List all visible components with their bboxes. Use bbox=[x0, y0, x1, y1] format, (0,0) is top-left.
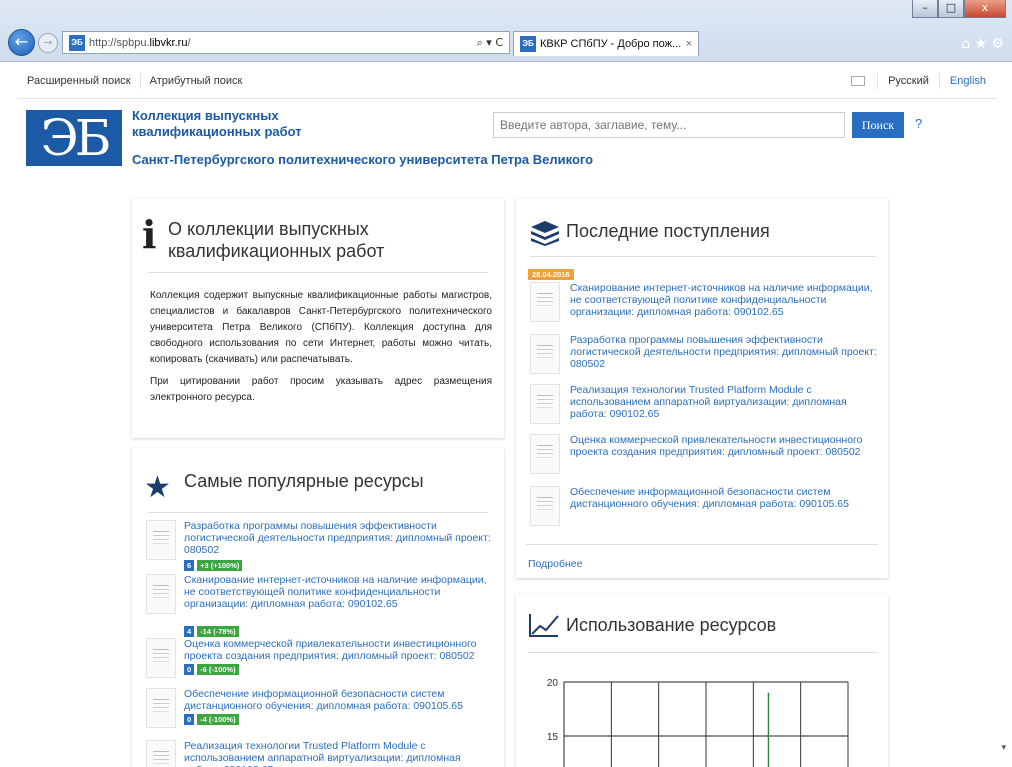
latest-title: Последние поступления bbox=[566, 221, 770, 241]
address-tools[interactable]: ⌕ ▾ C bbox=[477, 36, 503, 50]
toolbar-icons[interactable]: ⌂ ★ ⚙ bbox=[961, 36, 1004, 52]
lang-en-link[interactable]: English bbox=[940, 73, 996, 89]
usage-chart: 2015 bbox=[547, 678, 849, 767]
divider bbox=[148, 272, 488, 273]
browser-chrome: – □ x ← → ЭБ http://spbpu.libvkr.ru/ ⌕ ▾… bbox=[0, 0, 1012, 62]
tab-title: КВКР СПбПУ - Добро пож... bbox=[540, 38, 682, 50]
minimize-button[interactable]: – bbox=[912, 0, 938, 18]
stats-badges: 4 -14 (-78%) bbox=[184, 626, 239, 637]
star-icon: ★ bbox=[144, 470, 171, 505]
divider bbox=[526, 544, 878, 545]
resource-link[interactable]: Реализация технологии Trusted Platform M… bbox=[184, 740, 494, 767]
help-link[interactable]: ? bbox=[915, 116, 922, 131]
back-button[interactable]: ← bbox=[8, 29, 35, 56]
site-logo[interactable]: ЭБ bbox=[26, 110, 122, 166]
advanced-search-link[interactable]: Расширенный поиск bbox=[18, 72, 141, 89]
maximize-button[interactable]: □ bbox=[938, 0, 964, 18]
title-bar: – □ x bbox=[0, 0, 1012, 28]
attribute-search-link[interactable]: Атрибутный поиск bbox=[141, 73, 252, 89]
stats-badges: 6 +3 (+100%) bbox=[184, 560, 243, 571]
about-title: О коллекции выпускных квалификационных р… bbox=[168, 219, 385, 261]
document-thumbnail[interactable] bbox=[530, 384, 560, 424]
divider bbox=[148, 512, 488, 513]
delta-badge: -4 (-100%) bbox=[197, 714, 239, 725]
resource-link[interactable]: Сканирование интернет-источников на нали… bbox=[184, 574, 494, 610]
document-thumbnail[interactable] bbox=[146, 520, 176, 560]
count-badge: 4 bbox=[184, 626, 195, 637]
tab-favicon-icon: ЭБ bbox=[520, 36, 536, 52]
document-thumbnail[interactable] bbox=[146, 688, 176, 728]
window-controls: – □ x bbox=[912, 0, 1006, 18]
stats-badges: 0 -4 (-100%) bbox=[184, 714, 239, 725]
resource-link[interactable]: Обеспечение информационной безопасности … bbox=[184, 688, 494, 712]
browser-tab[interactable]: ЭБ КВКР СПбПУ - Добро пож... × bbox=[513, 31, 699, 56]
top-nav: Расширенный поиск Атрибутный поиск Русск… bbox=[18, 63, 996, 99]
top-nav-right: Русский English bbox=[851, 72, 996, 89]
about-panel: i О коллекции выпускных квалификационных… bbox=[132, 198, 504, 438]
close-window-button[interactable]: x bbox=[964, 0, 1006, 18]
document-thumbnail[interactable] bbox=[530, 486, 560, 526]
books-icon bbox=[531, 221, 559, 246]
url-text[interactable]: http://spbpu.libvkr.ru/ bbox=[89, 37, 191, 49]
document-thumbnail[interactable] bbox=[146, 740, 176, 767]
search-button[interactable]: Поиск bbox=[852, 112, 904, 138]
more-link[interactable]: Подробнее bbox=[528, 558, 582, 570]
count-badge: 6 bbox=[184, 560, 195, 571]
about-paragraph: При цитировании работ просим указывать а… bbox=[150, 376, 492, 403]
resource-link[interactable]: Сканирование интернет-источников на нали… bbox=[570, 282, 880, 318]
site-favicon-icon: ЭБ bbox=[69, 34, 85, 51]
resource-link[interactable]: Оценка коммерческой привлекательности ин… bbox=[184, 638, 494, 662]
usage-panel: Использование ресурсов 20 15 bbox=[516, 594, 888, 767]
lang-ru-link[interactable]: Русский bbox=[877, 72, 940, 89]
count-badge: 0 bbox=[184, 714, 195, 725]
resource-link[interactable]: Оценка коммерческой привлекательности ин… bbox=[570, 434, 880, 458]
resource-link[interactable]: Реализация технологии Trusted Platform M… bbox=[570, 384, 880, 420]
delta-badge: +3 (+100%) bbox=[197, 560, 243, 571]
latest-panel: Последние поступления 28.04.2016 Сканиро… bbox=[516, 198, 888, 578]
date-badge: 28.04.2016 bbox=[528, 269, 574, 280]
y-tick-label: 15 bbox=[547, 732, 559, 743]
delta-badge: -14 (-78%) bbox=[197, 626, 239, 637]
popular-title: Самые популярные ресурсы bbox=[184, 471, 424, 491]
divider bbox=[530, 256, 876, 257]
document-thumbnail[interactable] bbox=[530, 282, 560, 322]
stats-badges: 0 -6 (-100%) bbox=[184, 664, 239, 675]
usage-title: Использование ресурсов bbox=[566, 615, 777, 635]
popular-panel: ★ Самые популярные ресурсы Разработка пр… bbox=[132, 448, 504, 767]
document-thumbnail[interactable] bbox=[146, 574, 176, 614]
scroll-down-icon[interactable]: ▾ bbox=[1001, 743, 1006, 753]
line-chart-icon bbox=[529, 614, 559, 637]
about-text: Коллекция содержит выпускные квалификаци… bbox=[150, 288, 492, 412]
site-subtitle: Санкт-Петербургского политехнического ун… bbox=[132, 152, 594, 167]
mail-icon[interactable] bbox=[851, 75, 866, 86]
tab-close-icon[interactable]: × bbox=[686, 38, 692, 50]
delta-badge: -6 (-100%) bbox=[197, 664, 239, 675]
document-thumbnail[interactable] bbox=[530, 434, 560, 474]
document-thumbnail[interactable] bbox=[530, 334, 560, 374]
forward-button[interactable]: → bbox=[38, 33, 58, 53]
y-tick-label: 20 bbox=[547, 678, 559, 689]
resource-link[interactable]: Обеспечение информационной безопасности … bbox=[570, 486, 880, 510]
divider bbox=[528, 652, 878, 653]
search-input[interactable] bbox=[493, 112, 845, 138]
site-title[interactable]: Коллекция выпускных квалификационных раб… bbox=[132, 108, 392, 140]
resource-link[interactable]: Разработка программы повышения эффективн… bbox=[570, 334, 880, 370]
count-badge: 0 bbox=[184, 664, 195, 675]
resource-link[interactable]: Разработка программы повышения эффективн… bbox=[184, 520, 494, 556]
about-paragraph: Коллекция содержит выпускные квалификаци… bbox=[150, 290, 492, 365]
address-bar[interactable]: ЭБ http://spbpu.libvkr.ru/ ⌕ ▾ C bbox=[62, 31, 510, 54]
info-icon: i bbox=[142, 212, 157, 257]
document-thumbnail[interactable] bbox=[146, 638, 176, 678]
